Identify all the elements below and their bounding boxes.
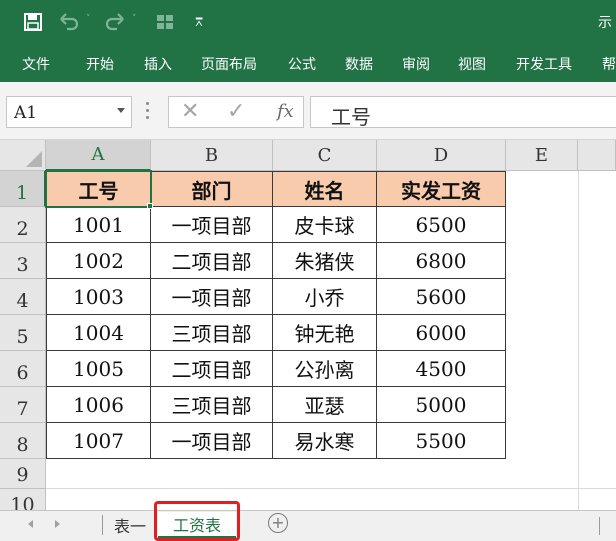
cell-salary[interactable]: 5500 bbox=[377, 423, 506, 459]
tab-help[interactable]: 帮 bbox=[602, 54, 616, 74]
tab-view[interactable]: 视图 bbox=[458, 54, 486, 74]
tab-review[interactable]: 审阅 bbox=[402, 54, 430, 74]
cell-salary[interactable]: 4500 bbox=[377, 351, 506, 387]
formula-buttons: ✕ ✓ fx bbox=[168, 96, 304, 128]
cell-id[interactable]: 1006 bbox=[46, 387, 151, 423]
cell-name[interactable]: 小乔 bbox=[273, 279, 377, 315]
cell-dept[interactable]: 三项目部 bbox=[151, 387, 273, 423]
tab-page-layout[interactable]: 页面布局 bbox=[201, 54, 257, 74]
cell-id[interactable]: 1005 bbox=[46, 351, 151, 387]
row-header-2[interactable]: 2 bbox=[0, 207, 46, 243]
cell-name[interactable]: 公孙离 bbox=[273, 351, 377, 387]
cell-salary[interactable]: 6500 bbox=[377, 207, 506, 243]
tab-file[interactable]: 文件 bbox=[22, 54, 50, 74]
row-header-3[interactable]: 3 bbox=[0, 243, 46, 279]
cell-dept[interactable]: 一项目部 bbox=[151, 423, 273, 459]
ribbon-tab-bar: 文件 开始 插入 页面布局 公式 数据 审阅 视图 开发工具 帮 bbox=[0, 44, 616, 82]
cell-name[interactable]: 朱猪侠 bbox=[273, 243, 377, 279]
row-header-8[interactable]: 8 bbox=[0, 423, 46, 459]
select-all-icon bbox=[26, 151, 42, 167]
tab-insert[interactable]: 插入 bbox=[144, 54, 172, 74]
column-header-a[interactable]: A bbox=[46, 140, 151, 171]
tab-developer[interactable]: 开发工具 bbox=[516, 54, 572, 74]
row-header-4[interactable]: 4 bbox=[0, 279, 46, 315]
header-cell-name[interactable]: 姓名 bbox=[273, 171, 377, 207]
cell-salary[interactable]: 5600 bbox=[377, 279, 506, 315]
undo-icon[interactable] bbox=[58, 10, 80, 34]
cell-name[interactable]: 皮卡球 bbox=[273, 207, 377, 243]
insert-function-button[interactable]: fx bbox=[277, 101, 294, 122]
redo-icon[interactable] bbox=[104, 10, 126, 34]
cell-dept[interactable]: 二项目部 bbox=[151, 351, 273, 387]
cell-dept[interactable]: 三项目部 bbox=[151, 315, 273, 351]
form-icon[interactable] bbox=[154, 10, 176, 34]
gridline bbox=[578, 171, 579, 510]
cell-id[interactable]: 1004 bbox=[46, 315, 151, 351]
header-cell-dept[interactable]: 部门 bbox=[151, 171, 273, 207]
chevron-down-icon[interactable] bbox=[117, 108, 125, 113]
row-header-1[interactable]: 1 bbox=[0, 171, 46, 207]
cell-dept[interactable]: 一项目部 bbox=[151, 279, 273, 315]
gridline bbox=[46, 488, 616, 489]
cell-salary[interactable]: 6800 bbox=[377, 243, 506, 279]
cell-name[interactable]: 亚瑟 bbox=[273, 387, 377, 423]
cell-salary[interactable]: 5000 bbox=[377, 387, 506, 423]
customize-qat-icon[interactable]: ⩞ bbox=[192, 10, 206, 34]
scroll-tabs-right-icon[interactable] bbox=[55, 520, 60, 528]
select-all-button[interactable] bbox=[0, 140, 46, 171]
column-header-c[interactable]: C bbox=[273, 140, 377, 171]
row-header-5[interactable]: 5 bbox=[0, 315, 46, 351]
cell-id[interactable]: 1007 bbox=[46, 423, 151, 459]
cell-salary[interactable]: 6000 bbox=[377, 315, 506, 351]
title-bar: ˅ ˅ ⩞ 示 bbox=[0, 0, 616, 44]
tab-formulas[interactable]: 公式 bbox=[288, 54, 316, 74]
cell-dept[interactable]: 一项目部 bbox=[151, 207, 273, 243]
salary-table: 工号 部门 姓名 实发工资 1001 一项目部 皮卡球 6500 1002 二项目部 朱猪侠… bbox=[46, 171, 506, 459]
redo-dropdown-icon[interactable]: ˅ bbox=[132, 14, 137, 24]
undo-dropdown-icon[interactable]: ˅ bbox=[86, 14, 91, 24]
sheet-tab-bar: 表一 工资表 + bbox=[0, 501, 616, 541]
formula-value: 工号 bbox=[331, 105, 371, 129]
cell-id[interactable]: 1001 bbox=[46, 207, 151, 243]
enter-icon[interactable]: ✓ bbox=[227, 99, 245, 124]
cell-id[interactable]: 1002 bbox=[46, 243, 151, 279]
name-box[interactable]: A1 bbox=[6, 96, 132, 128]
sheet-tab-salary[interactable]: 工资表 bbox=[158, 512, 236, 538]
name-box-value: A1 bbox=[14, 103, 38, 123]
add-sheet-icon[interactable]: + bbox=[268, 513, 288, 533]
tab-data[interactable]: 数据 bbox=[345, 54, 373, 74]
header-cell-salary[interactable]: 实发工资 bbox=[377, 171, 506, 207]
tab-divider bbox=[599, 517, 600, 535]
formula-bar-grip-icon[interactable] bbox=[146, 102, 150, 120]
column-header-f[interactable] bbox=[578, 140, 616, 171]
fill-handle[interactable] bbox=[147, 203, 153, 209]
cell-name[interactable]: 易水寒 bbox=[273, 423, 377, 459]
row-header-6[interactable]: 6 bbox=[0, 351, 46, 387]
worksheet-grid[interactable]: A B C D E 1 2 3 4 5 6 7 8 9 10 工号 部门 姓名 … bbox=[0, 140, 616, 510]
cancel-icon[interactable]: ✕ bbox=[181, 99, 199, 124]
cell-id[interactable]: 1003 bbox=[46, 279, 151, 315]
scroll-tabs-left-icon[interactable] bbox=[28, 520, 33, 528]
header-cell-id[interactable]: 工号 bbox=[46, 171, 151, 207]
formula-input[interactable]: 工号 bbox=[310, 96, 616, 129]
column-header-b[interactable]: B bbox=[151, 140, 273, 171]
tab-home[interactable]: 开始 bbox=[86, 54, 114, 74]
tab-divider bbox=[102, 515, 103, 535]
row-header-9[interactable]: 9 bbox=[0, 459, 46, 489]
save-icon[interactable] bbox=[22, 10, 44, 34]
window-title: 示 bbox=[598, 15, 612, 31]
column-header-e[interactable]: E bbox=[506, 140, 578, 171]
formula-area: A1 ✕ ✓ fx 工号 bbox=[0, 82, 616, 140]
cell-dept[interactable]: 二项目部 bbox=[151, 243, 273, 279]
row-header-7[interactable]: 7 bbox=[0, 387, 46, 423]
column-header-d[interactable]: D bbox=[377, 140, 506, 171]
sheet-tab-1[interactable]: 表一 bbox=[108, 512, 152, 538]
cell-name[interactable]: 钟无艳 bbox=[273, 315, 377, 351]
row-header-10[interactable]: 10 bbox=[0, 489, 46, 510]
